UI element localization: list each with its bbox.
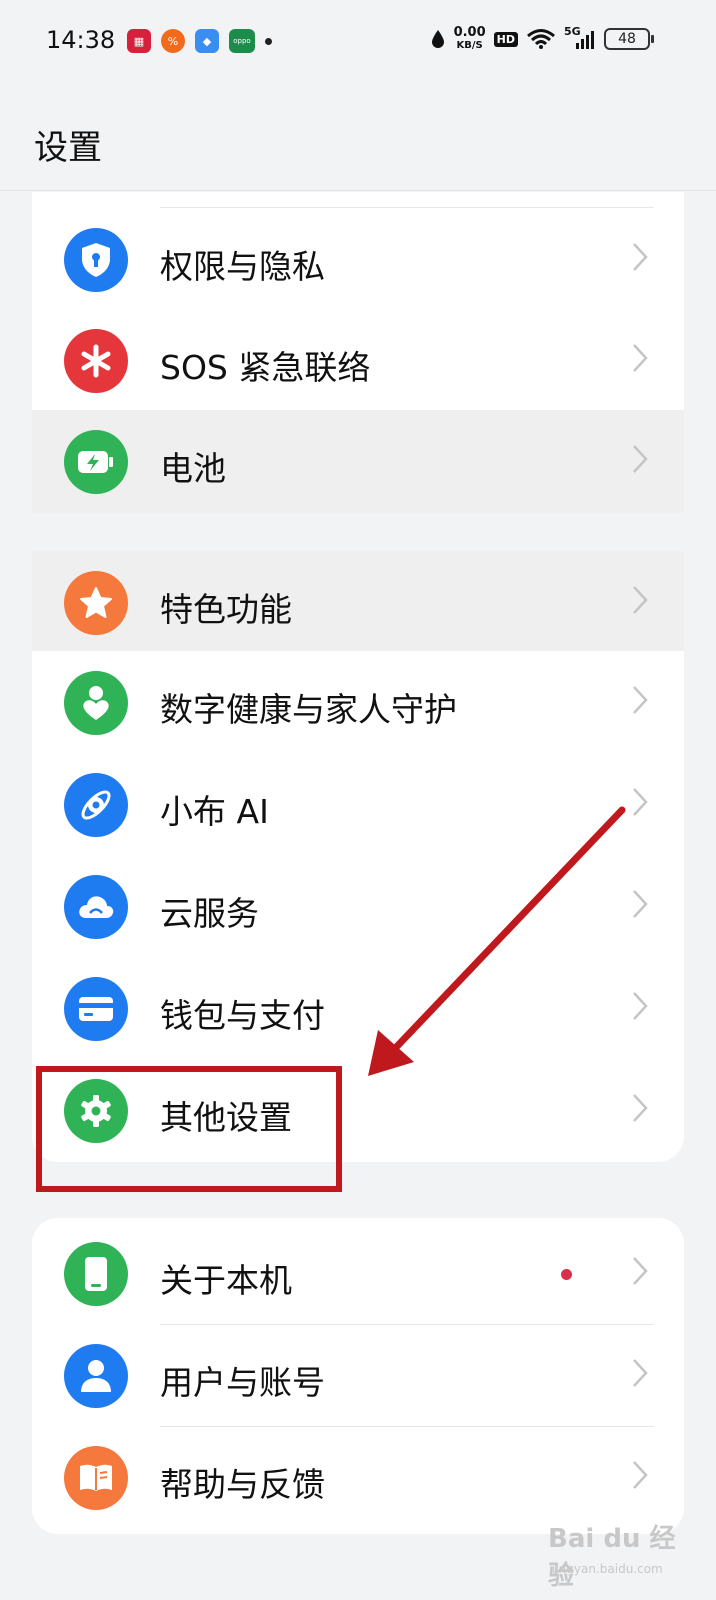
settings-item-wallet[interactable]: 钱包与支付 <box>32 957 684 1060</box>
settings-item-label: SOS 紧急联络 <box>160 348 371 387</box>
network-speed: 0.00 KB/S <box>454 26 486 52</box>
chevron-right-icon <box>633 788 648 816</box>
app-notification-icon-blue: ◆ <box>195 29 219 53</box>
page-title: 设置 <box>34 128 102 168</box>
app-notification-icon-orange: % <box>161 29 185 53</box>
chevron-right-icon <box>633 890 648 918</box>
settings-item-privacy[interactable]: 权限与隐私 <box>32 208 684 311</box>
cellular-signal: 5G <box>564 25 596 51</box>
chevron-right-icon <box>633 992 648 1020</box>
user-icon <box>64 1344 128 1408</box>
settings-item-label: 电池 <box>160 449 226 488</box>
status-bar: 14:38 ▦ % ◆ oppo 0.00 KB/S HD 5G 48 <box>0 0 716 84</box>
chevron-right-icon <box>633 586 648 614</box>
chevron-right-icon <box>633 1094 648 1122</box>
settings-item-label: 云服务 <box>160 894 259 933</box>
chevron-right-icon <box>633 1461 648 1489</box>
data-saver-icon <box>431 30 444 48</box>
cloud-icon <box>64 875 128 939</box>
update-badge-dot <box>561 1269 572 1280</box>
settings-item-label: 特色功能 <box>160 590 292 629</box>
settings-item-label: 数字健康与家人守护 <box>160 690 457 729</box>
settings-item-label: 关于本机 <box>160 1261 292 1300</box>
settings-item-label: 钱包与支付 <box>160 996 325 1035</box>
notification-icons: ▦ % ◆ oppo <box>127 29 272 53</box>
phone-icon <box>64 1242 128 1306</box>
shield-keyhole-icon <box>64 228 128 292</box>
settings-item-xiaobu-ai[interactable]: 小布 AI <box>32 753 684 856</box>
watermark-url: jingyan.baidu.com <box>552 1562 663 1576</box>
settings-group-main: 权限与隐私 SOS 紧急联络 电池 特色功能 数字健康与家人守护 小布 AI 云… <box>32 192 684 1192</box>
settings-item-label: 权限与隐私 <box>160 247 325 286</box>
settings-item-label: 用户与账号 <box>160 1363 325 1402</box>
chevron-right-icon <box>633 686 648 714</box>
chevron-right-icon <box>633 1257 648 1285</box>
network-speed-value: 0.00 <box>453 25 486 40</box>
settings-group-about: 关于本机 用户与账号 帮助与反馈 <box>32 1218 684 1534</box>
settings-item-label: 小布 AI <box>160 792 269 831</box>
battery-indicator: 48 <box>604 28 654 50</box>
card-top-edge <box>32 192 684 208</box>
battery-icon <box>64 430 128 494</box>
settings-item-features[interactable]: 特色功能 <box>32 551 684 654</box>
settings-item-user-account[interactable]: 用户与账号 <box>32 1324 684 1427</box>
signal-bars-icon <box>576 31 594 49</box>
annotation-highlight-box <box>36 1066 342 1192</box>
more-notifications-dot <box>265 37 272 45</box>
wifi-icon <box>527 29 555 49</box>
chevron-right-icon <box>633 243 648 271</box>
status-time: 14:38 <box>46 26 116 54</box>
settings-item-about-phone[interactable]: 关于本机 <box>32 1222 684 1325</box>
settings-item-sos[interactable]: SOS 紧急联络 <box>32 309 684 412</box>
ai-orbit-icon <box>64 773 128 837</box>
chevron-right-icon <box>633 344 648 372</box>
network-speed-unit: KB/S <box>456 40 483 51</box>
settings-item-help-feedback[interactable]: 帮助与反馈 <box>32 1426 684 1529</box>
baidu-jingyan-watermark: Bai du 经验 jingyan.baidu.com <box>548 1518 698 1591</box>
watermark-brand: Bai du 经验 <box>548 1524 676 1591</box>
group-gap <box>32 513 684 551</box>
settings-item-battery[interactable]: 电池 <box>32 410 684 513</box>
chevron-right-icon <box>633 445 648 473</box>
header-divider <box>0 190 716 191</box>
book-icon <box>64 1446 128 1510</box>
settings-item-label: 帮助与反馈 <box>160 1465 325 1504</box>
settings-item-cloud[interactable]: 云服务 <box>32 855 684 958</box>
status-right: 0.00 KB/S HD 5G 48 <box>430 25 654 52</box>
chevron-right-icon <box>633 1359 648 1387</box>
settings-item-digital-health[interactable]: 数字健康与家人守护 <box>32 651 684 754</box>
asterisk-icon <box>64 329 128 393</box>
app-notification-icon-red: ▦ <box>127 29 151 53</box>
star-icon <box>64 571 128 635</box>
hd-badge: HD <box>493 31 518 47</box>
person-heart-icon <box>64 671 128 735</box>
card-icon <box>64 977 128 1041</box>
oppo-app-icon: oppo <box>229 29 255 53</box>
